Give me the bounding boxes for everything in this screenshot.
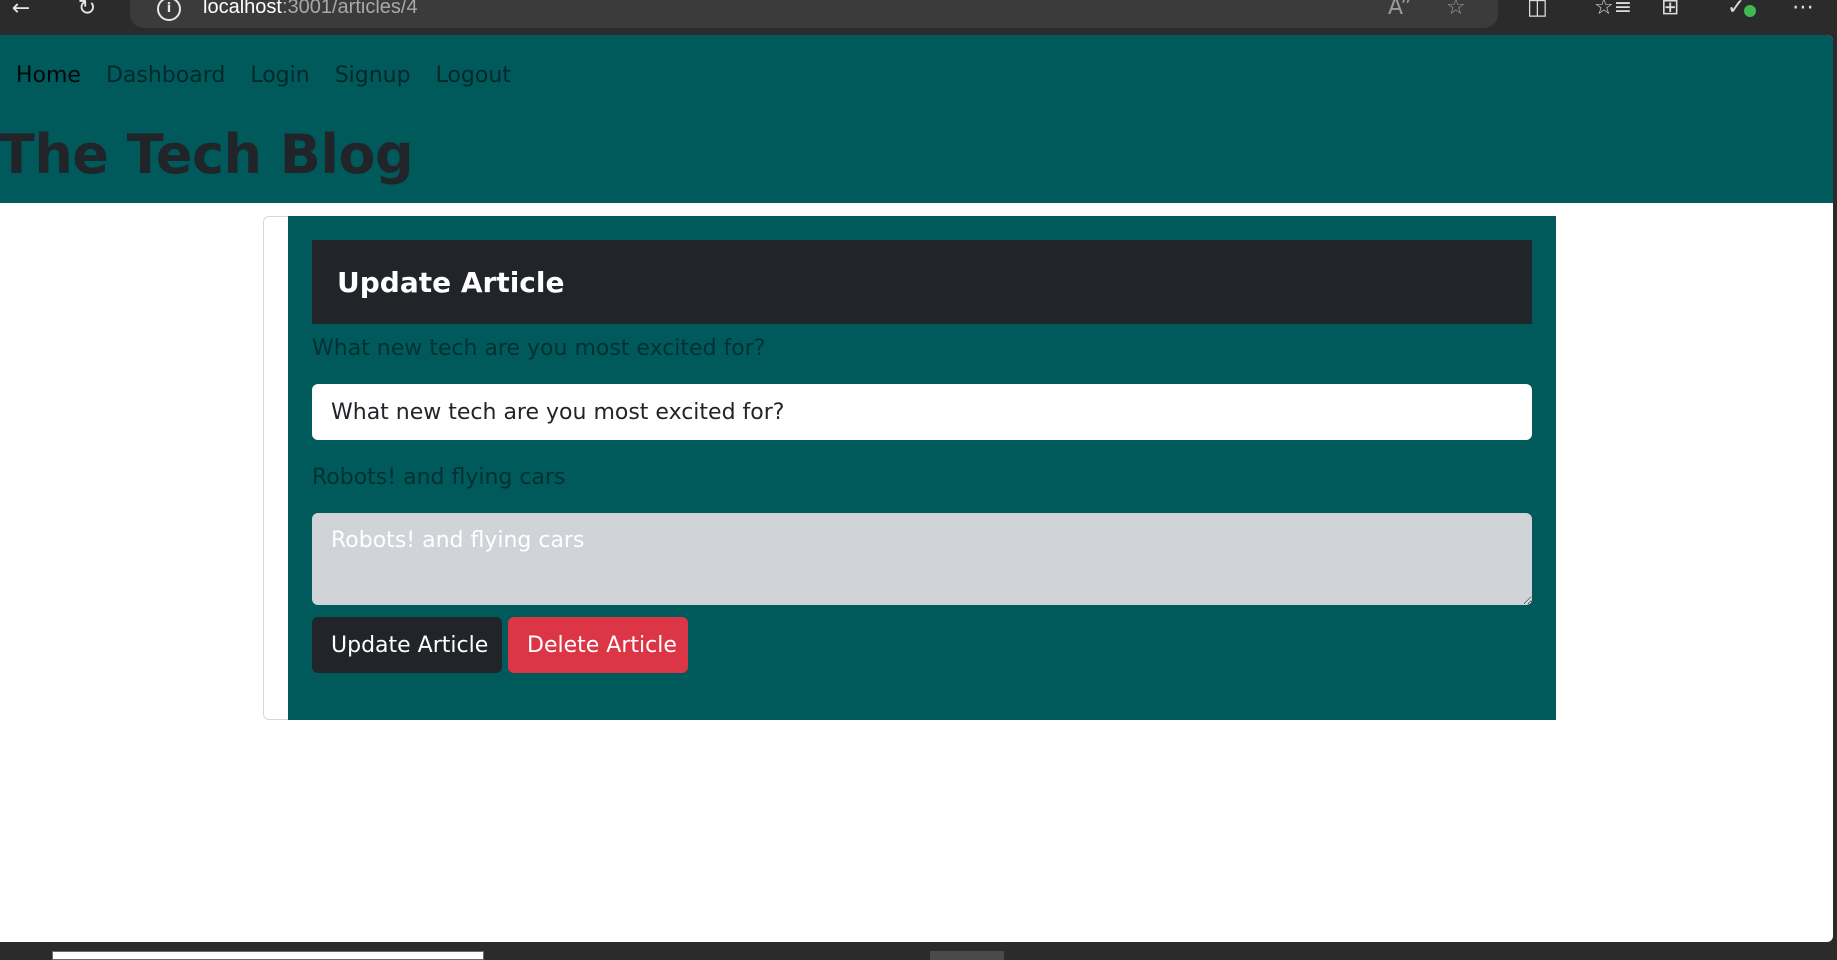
url-text[interactable]: localhost:3001/articles/4 [203,0,418,19]
url-path: :3001/articles/4 [281,0,418,18]
taskbar-window-preview[interactable] [52,951,484,960]
address-bar[interactable]: i localhost:3001/articles/4 A” ☆ [130,0,1498,28]
update-article-button[interactable]: Update Article [312,617,502,673]
nav-home-link[interactable]: Home [16,63,81,88]
info-icon[interactable]: i [157,0,181,21]
favorite-star-icon[interactable]: ☆ [1446,0,1466,19]
more-options-icon[interactable]: ⋯ [1792,0,1814,19]
collections-icon[interactable]: ⊞ [1661,0,1679,19]
title-label: What new tech are you most excited for? [312,336,766,361]
nav-signup-link[interactable]: Signup [335,63,411,88]
taskbar [0,942,1837,960]
delete-article-button[interactable]: Delete Article [508,617,688,673]
site-title: The Tech Blog [0,123,414,186]
nav-logout-link[interactable]: Logout [436,63,511,88]
main-nav: Home Dashboard Login Signup Logout [16,63,536,88]
nav-dashboard-link[interactable]: Dashboard [106,63,225,88]
card-header: Update Article [312,240,1532,324]
page-viewport: Home Dashboard Login Signup Logout The T… [0,35,1833,942]
article-body-textarea[interactable] [312,513,1532,605]
body-label: Robots! and flying cars [312,465,566,490]
taskbar-item[interactable] [930,951,1004,960]
refresh-icon[interactable]: ↻ [72,0,102,24]
split-screen-icon[interactable]: ◫ [1527,0,1548,19]
read-aloud-icon[interactable]: A” [1388,0,1412,19]
url-host: localhost [203,0,282,18]
update-article-card: Update Article What new tech are you mos… [288,216,1556,720]
site-header: Home Dashboard Login Signup Logout The T… [0,35,1833,203]
favorites-list-icon[interactable]: ☆≡ [1594,0,1632,19]
browser-toolbar: ← ↻ i localhost:3001/articles/4 A” ☆ ◫ ☆… [0,0,1837,35]
extension-status-badge [1744,5,1756,17]
extension-icon[interactable]: ✓ [1727,0,1745,19]
form-heading: Update Article [337,266,565,299]
nav-login-link[interactable]: Login [250,63,309,88]
article-title-input[interactable] [312,384,1532,440]
back-arrow-icon[interactable]: ← [6,0,36,24]
